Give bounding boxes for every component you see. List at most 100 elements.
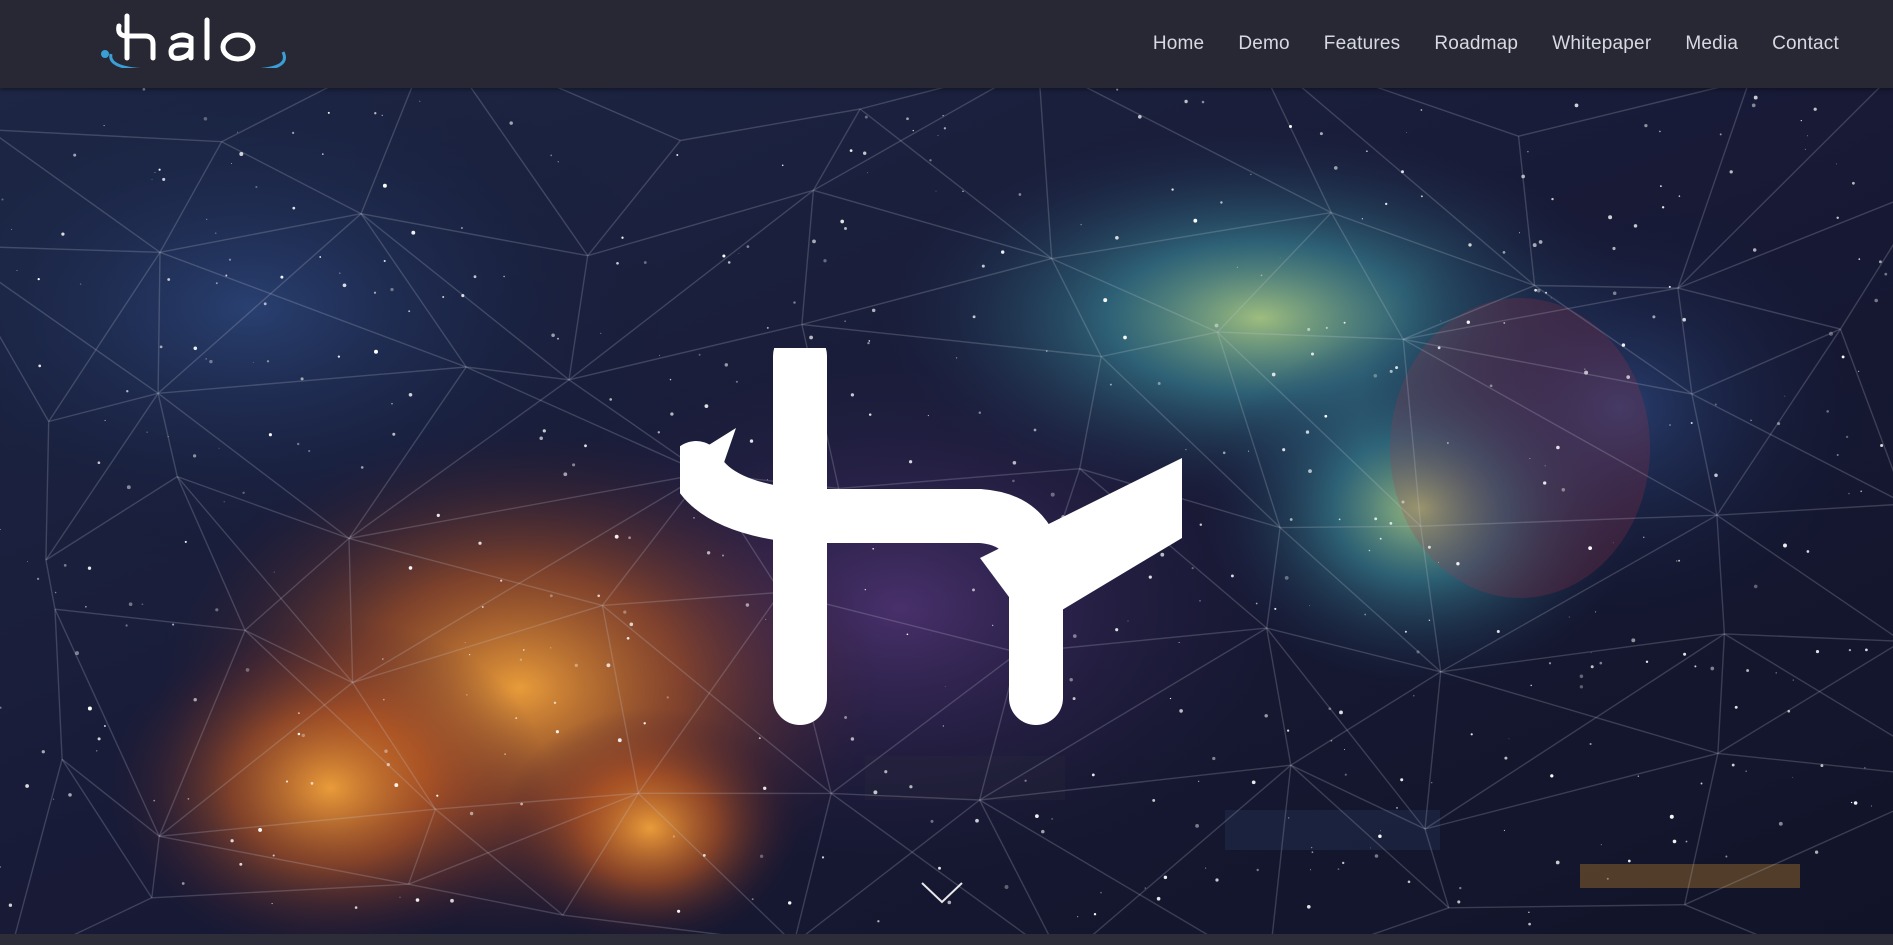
star [1612,246,1616,251]
star [384,749,388,753]
star [666,696,669,699]
star [1310,846,1313,849]
star [1529,457,1531,459]
star [1792,679,1794,681]
star [411,230,416,235]
star [16,270,18,271]
nav-link-home[interactable]: Home [1153,33,1204,55]
star [871,308,876,313]
star [1750,419,1752,422]
star [929,159,932,162]
star [563,472,568,477]
star [1361,218,1363,220]
star [1305,430,1310,434]
star [1561,488,1566,492]
star [1339,710,1343,715]
nav-link-media[interactable]: Media [1685,33,1738,55]
star [863,151,867,155]
star [614,534,619,539]
star [1777,422,1781,426]
nav-link-roadmap[interactable]: Roadmap [1434,33,1518,55]
star [237,131,238,133]
star [465,693,468,696]
star [1199,600,1201,602]
star [1731,763,1735,767]
star [1806,135,1808,137]
star [1669,424,1671,426]
star [1496,630,1500,633]
star [297,712,300,715]
star [1600,844,1602,846]
star [230,839,234,843]
star [1530,684,1532,687]
star [327,111,330,114]
star [1820,764,1824,768]
star [1621,343,1626,347]
star [1848,492,1850,495]
star [1428,619,1431,622]
star [271,903,273,905]
star [1584,368,1586,370]
star [63,564,67,567]
star [1018,193,1022,196]
star [301,733,305,738]
star [383,259,386,263]
star [942,115,944,117]
star [1865,648,1868,652]
star [1344,749,1345,750]
star [676,154,679,156]
star [553,701,557,704]
star [1579,685,1584,689]
star [382,658,384,660]
star [1325,326,1328,329]
star [337,355,341,358]
halo-logo[interactable]: halo [97,12,289,68]
star [1753,584,1758,589]
star [286,780,288,783]
nav-link-demo[interactable]: Demo [1238,33,1289,55]
nav-link-contact[interactable]: Contact [1772,33,1839,55]
star [1669,814,1674,819]
star [1568,616,1570,618]
star [172,623,175,626]
star [159,345,163,349]
star [75,651,79,656]
star [787,901,792,905]
star [621,236,624,239]
star [1260,274,1263,277]
star [469,811,474,816]
star [1214,323,1219,328]
star [408,393,413,397]
star [574,663,578,668]
chevron-down-icon[interactable] [920,880,964,906]
star [1745,770,1747,772]
star [1579,674,1584,679]
star [962,190,964,193]
star [1400,778,1404,782]
star [386,762,390,767]
star [1250,173,1252,176]
star [1184,99,1188,104]
star [1751,103,1756,108]
star [1309,605,1311,607]
nav-link-whitepaper[interactable]: Whitepaper [1552,33,1651,55]
star [672,835,675,838]
star [628,536,631,540]
star [1550,774,1554,778]
star [555,730,559,734]
star [25,784,29,788]
star [519,658,523,661]
star [1368,549,1371,552]
star [1556,445,1560,450]
star [1288,124,1293,129]
star [1555,860,1560,865]
star [669,378,672,381]
star [1884,272,1888,276]
star [912,129,915,132]
star [1548,662,1552,665]
nav-link-features[interactable]: Features [1324,33,1401,55]
star [1676,560,1678,562]
star [1212,756,1216,761]
star [450,898,454,903]
halo-h-mark-icon [680,348,1182,725]
